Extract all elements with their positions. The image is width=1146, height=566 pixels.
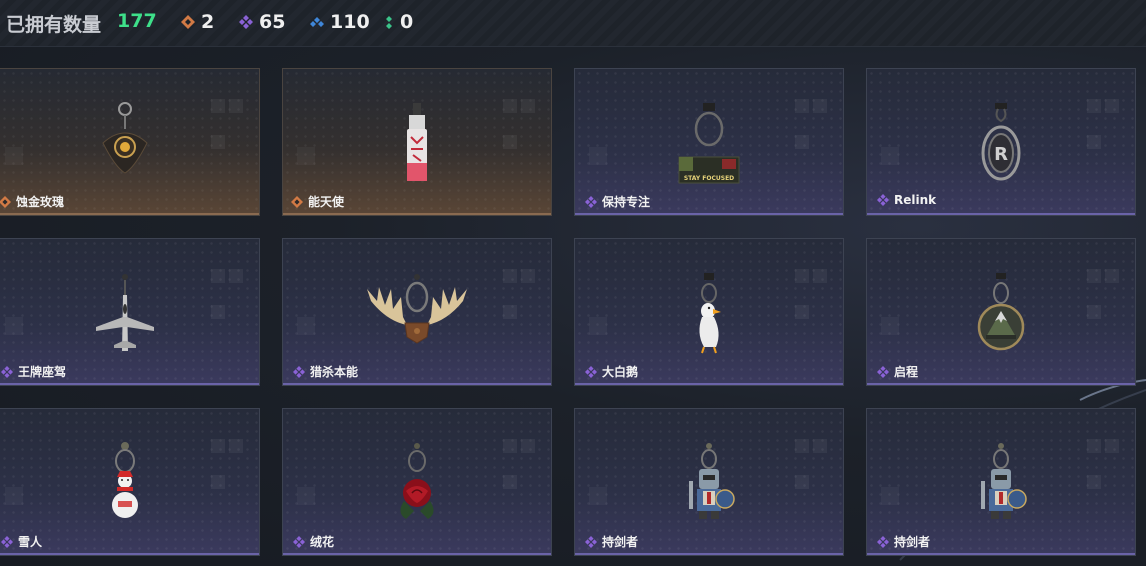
card-decoration bbox=[795, 269, 829, 329]
item-card[interactable]: STAY FOCUSED 保持专注 bbox=[574, 68, 844, 216]
card-decoration bbox=[881, 317, 899, 335]
item-name-row: 王牌座驾 bbox=[1, 363, 66, 380]
gold-rose-charm-icon bbox=[102, 102, 148, 174]
item-card[interactable]: 启程 bbox=[866, 238, 1136, 386]
exusiai-bottle-charm-icon bbox=[407, 103, 427, 181]
card-underline bbox=[283, 213, 551, 215]
orange-rarity-icon bbox=[291, 195, 303, 208]
item-card[interactable]: 绒花 bbox=[282, 408, 552, 556]
card-decoration bbox=[795, 439, 829, 499]
card-underline bbox=[867, 213, 1135, 215]
item-name: 绒花 bbox=[310, 535, 335, 549]
card-decoration bbox=[503, 99, 537, 159]
card-decoration bbox=[881, 487, 899, 505]
item-card[interactable]: 持剑者 bbox=[574, 408, 844, 556]
item-name: 启程 bbox=[894, 365, 919, 379]
purple-rarity-icon bbox=[585, 535, 597, 548]
sword-knight-charm-icon bbox=[981, 443, 1027, 519]
item-name: 持剑者 bbox=[602, 535, 639, 549]
item-card[interactable]: 大白鹅 bbox=[574, 238, 844, 386]
sword-knight-charm-icon bbox=[689, 443, 735, 519]
purple-rarity-icon bbox=[877, 535, 889, 548]
card-decoration bbox=[1087, 99, 1121, 159]
item-card[interactable]: 王牌座驾 bbox=[0, 238, 260, 386]
item-card[interactable]: 能天使 bbox=[282, 68, 552, 216]
card-decoration bbox=[503, 439, 537, 499]
card-underline bbox=[575, 553, 843, 555]
item-name: Relink bbox=[894, 193, 937, 207]
card-decoration bbox=[5, 147, 23, 165]
charm-text: STAY FOCUSED bbox=[684, 175, 734, 182]
card-decoration bbox=[297, 317, 315, 335]
antler-charm-icon bbox=[367, 274, 467, 344]
orange-rarity-icon bbox=[0, 195, 11, 208]
mountain-badge-charm-icon bbox=[977, 273, 1025, 351]
card-decoration bbox=[211, 439, 245, 499]
card-decoration bbox=[1087, 439, 1121, 499]
item-name: 持剑者 bbox=[894, 535, 931, 549]
item-name-row: 持剑者 bbox=[877, 533, 930, 550]
purple-rarity-icon bbox=[1, 535, 13, 548]
card-decoration bbox=[211, 269, 245, 329]
stay-focused-charm-icon: STAY FOCUSED bbox=[678, 103, 740, 184]
item-grid: 蚀金玫瑰 能天使 STAY FOCUSED 保持专注 R Relink 王牌座驾… bbox=[0, 0, 1146, 566]
card-decoration bbox=[589, 317, 607, 335]
item-name: 蚀金玫瑰 bbox=[16, 195, 65, 209]
item-name: 王牌座驾 bbox=[18, 365, 67, 379]
red-rose-charm-icon bbox=[400, 443, 434, 519]
card-underline bbox=[283, 553, 551, 555]
card-decoration bbox=[881, 147, 899, 165]
item-name: 大白鹅 bbox=[602, 365, 639, 379]
card-decoration bbox=[5, 487, 23, 505]
card-decoration bbox=[589, 487, 607, 505]
item-name: 保持专注 bbox=[602, 195, 651, 209]
charm-text: R bbox=[994, 144, 1008, 165]
purple-rarity-icon bbox=[877, 365, 889, 378]
card-underline bbox=[0, 383, 259, 385]
snowman-charm-icon bbox=[112, 442, 138, 518]
relink-charm-icon: R bbox=[981, 103, 1021, 181]
card-underline bbox=[0, 213, 259, 215]
item-card[interactable]: 猎杀本能 bbox=[282, 238, 552, 386]
item-name-row: 启程 bbox=[877, 363, 918, 380]
item-name-row: 持剑者 bbox=[585, 533, 638, 550]
item-name-row: 蚀金玫瑰 bbox=[0, 193, 64, 210]
item-name: 能天使 bbox=[308, 195, 345, 209]
purple-rarity-icon bbox=[585, 195, 597, 208]
item-name: 雪人 bbox=[18, 535, 43, 549]
card-underline bbox=[0, 553, 259, 555]
card-decoration bbox=[589, 147, 607, 165]
card-decoration bbox=[503, 269, 537, 329]
purple-rarity-icon bbox=[877, 194, 889, 206]
item-card[interactable]: 雪人 bbox=[0, 408, 260, 556]
card-underline bbox=[575, 383, 843, 385]
item-name-row: 雪人 bbox=[1, 533, 42, 550]
white-goose-charm-icon bbox=[699, 273, 721, 354]
card-decoration bbox=[211, 99, 245, 159]
purple-rarity-icon bbox=[1, 365, 13, 378]
purple-rarity-icon bbox=[585, 365, 597, 378]
item-card[interactable]: R Relink bbox=[866, 68, 1136, 216]
purple-rarity-icon bbox=[293, 365, 305, 378]
item-card[interactable]: 持剑者 bbox=[866, 408, 1136, 556]
item-name-row: 猎杀本能 bbox=[293, 363, 358, 380]
card-decoration bbox=[795, 99, 829, 159]
jet-plane-charm-icon bbox=[96, 274, 154, 351]
card-decoration bbox=[1087, 269, 1121, 329]
card-underline bbox=[283, 383, 551, 385]
purple-rarity-icon bbox=[293, 535, 305, 548]
card-underline bbox=[867, 553, 1135, 555]
item-name-row: Relink bbox=[877, 193, 936, 207]
card-underline bbox=[575, 213, 843, 215]
card-decoration bbox=[297, 487, 315, 505]
item-name-row: 大白鹅 bbox=[585, 363, 638, 380]
card-decoration bbox=[5, 317, 23, 335]
item-name-row: 能天使 bbox=[291, 193, 344, 210]
item-card[interactable]: 蚀金玫瑰 bbox=[0, 68, 260, 216]
card-decoration bbox=[297, 147, 315, 165]
item-name: 猎杀本能 bbox=[310, 365, 359, 379]
card-underline bbox=[867, 383, 1135, 385]
item-name-row: 绒花 bbox=[293, 533, 334, 550]
item-name-row: 保持专注 bbox=[585, 193, 650, 210]
